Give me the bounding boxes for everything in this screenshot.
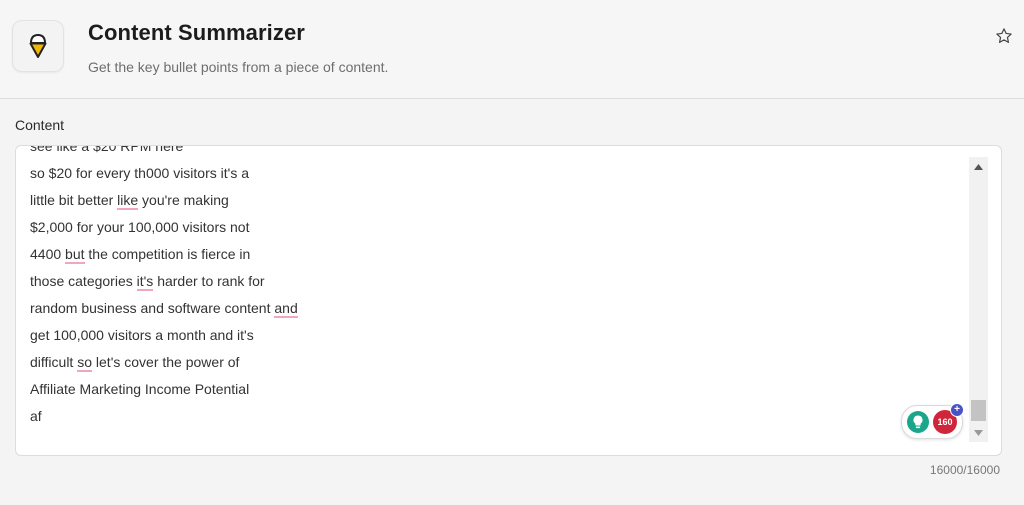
text-line: get 100,000 visitors a month and it's xyxy=(30,327,254,343)
star-icon[interactable] xyxy=(993,25,1015,47)
line-segment: random business and software content xyxy=(30,300,275,316)
text-line: Affiliate Marketing Income Potential xyxy=(30,381,250,397)
text-line: so $20 for every th000 visitors it's a xyxy=(30,165,249,181)
text-line: little bit better like you're making xyxy=(30,187,970,214)
plus-icon[interactable]: + xyxy=(950,403,964,417)
scroll-down-arrow-icon[interactable] xyxy=(969,423,988,442)
text-line: af xyxy=(30,408,42,424)
grammar-flagged-word[interactable]: it's xyxy=(136,273,154,291)
page-subtitle: Get the key bullet points from a piece o… xyxy=(88,59,389,75)
grammar-flagged-word[interactable]: and xyxy=(274,300,298,318)
grammar-flagged-word[interactable]: like xyxy=(117,192,139,210)
text-line: $2,000 for your 100,000 visitors not xyxy=(30,219,250,235)
line-segment: those categories xyxy=(30,273,137,289)
text-line: 4400 but the competition is fierce in xyxy=(30,241,970,268)
lightbulb-icon[interactable] xyxy=(906,410,930,434)
scrollbar-thumb[interactable] xyxy=(971,400,986,421)
content-text[interactable]: see like a $20 RPM here so $20 for every… xyxy=(30,146,970,430)
line-segment: harder to rank for xyxy=(153,273,265,289)
line-segment: let's cover the power of xyxy=(92,354,240,370)
text-line: see like a $20 RPM here xyxy=(30,145,184,154)
scroll-up-arrow-icon[interactable] xyxy=(969,157,988,177)
line-segment: the competition is fierce in xyxy=(84,246,251,262)
page-title: Content Summarizer xyxy=(88,20,305,45)
header: Content Summarizer Get the key bullet po… xyxy=(0,0,1024,99)
textarea-scrollbar[interactable] xyxy=(969,157,988,442)
text-line: those categories it's harder to rank for xyxy=(30,268,970,295)
line-segment: you're making xyxy=(138,192,229,208)
line-segment: 4400 xyxy=(30,246,66,262)
grammar-flagged-word[interactable]: but xyxy=(65,246,85,264)
character-count: 16000/16000 xyxy=(929,463,1000,477)
content-textarea[interactable]: see like a $20 RPM here so $20 for every… xyxy=(15,145,1002,456)
line-segment: little bit better xyxy=(30,192,118,208)
grammar-flagged-word[interactable]: so xyxy=(77,354,93,372)
text-line: random business and software content and xyxy=(30,295,970,322)
grammar-checker-widget[interactable]: 160 + xyxy=(901,403,964,439)
text-line: difficult so let's cover the power of xyxy=(30,349,970,376)
content-label: Content xyxy=(15,117,65,133)
line-segment: difficult xyxy=(30,354,78,370)
ice-cream-cone-icon xyxy=(12,20,64,72)
